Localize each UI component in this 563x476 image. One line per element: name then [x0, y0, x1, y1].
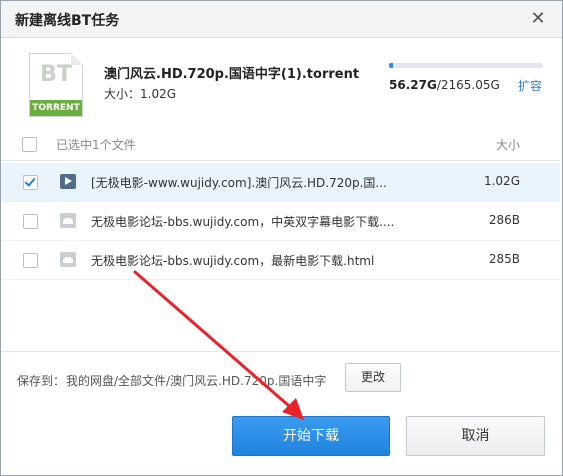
quota-text: 56.27G/2165.05G [389, 78, 500, 92]
quota-total: /2165.05G [436, 78, 500, 92]
quota-progress-bar [389, 63, 543, 68]
torrent-filename: 澳门风云.HD.720p.国语中字(1).torrent [104, 67, 360, 82]
list-divider [1, 351, 560, 352]
size-column-header: 大小 [496, 138, 521, 152]
torrent-size: 大小：1.02G [104, 87, 177, 101]
expand-quota-link[interactable]: 扩容 [518, 77, 542, 94]
selection-count: 已选中1个文件 [56, 138, 136, 152]
file-list-header: 已选中1个文件 大小 [1, 128, 560, 161]
file-checkbox[interactable] [23, 214, 38, 229]
torrent-icon-letters: BT [40, 62, 72, 87]
video-file-icon [60, 174, 76, 189]
change-path-button[interactable]: 更改 [345, 363, 401, 392]
file-row[interactable]: 无极电影论坛-bbs.wujidy.com，中英双字幕电影下载.... 286B [1, 202, 560, 241]
quota-used: 56.27G [389, 78, 437, 92]
quota-progress-fill [389, 63, 393, 68]
cancel-button[interactable]: 取消 [406, 416, 545, 456]
file-row[interactable]: [无极电影-www.wujidy.com].澳门风云.HD.720p.国... … [1, 163, 560, 202]
dialog-title: 新建离线BT任务 [15, 13, 120, 29]
dialog-titlebar: 新建离线BT任务 ✕ [1, 1, 562, 38]
torrent-icon-band: TORRENT [30, 100, 82, 116]
save-to-label: 保存到： [17, 374, 66, 388]
file-name: [无极电影-www.wujidy.com].澳门风云.HD.720p.国... [91, 176, 387, 190]
file-name: 无极电影论坛-bbs.wujidy.com，中英双字幕电影下载.... [91, 215, 395, 229]
select-all-checkbox[interactable] [22, 137, 37, 152]
torrent-file-icon: BT TORRENT [29, 53, 83, 117]
file-row[interactable]: 无极电影论坛-bbs.wujidy.com，最新电影下载.html 285B [1, 241, 560, 280]
web-file-icon [60, 252, 76, 267]
save-path: 我的网盘/全部文件/澳门风云.HD.720p.国语中字 [66, 374, 327, 388]
file-size: 285B [488, 252, 520, 266]
file-size: 286B [488, 213, 520, 227]
file-size: 1.02G [483, 174, 520, 188]
start-download-button[interactable]: 开始下载 [232, 416, 390, 456]
close-icon[interactable]: ✕ [529, 10, 547, 28]
file-checkbox[interactable] [23, 175, 38, 190]
file-name: 无极电影论坛-bbs.wujidy.com，最新电影下载.html [91, 254, 375, 268]
file-checkbox[interactable] [23, 253, 38, 268]
web-file-icon [60, 213, 76, 228]
